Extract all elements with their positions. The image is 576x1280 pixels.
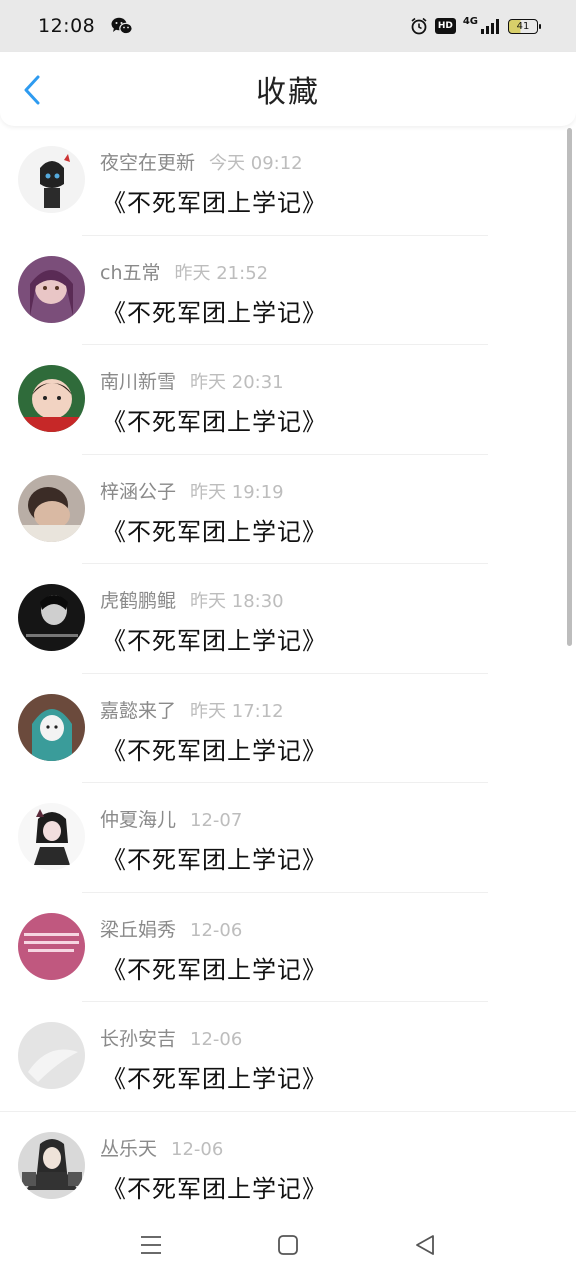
- book-title: 《不死军团上学记》: [102, 955, 327, 984]
- user-name: 梁丘娟秀 12-06: [100, 918, 243, 941]
- list-item[interactable]: 仲夏海儿 12-07 《不死军团上学记》: [0, 783, 576, 893]
- user-name: 虎鹤鹏鲲 昨天 18:30: [100, 590, 284, 612]
- book-title: 《不死军团上学记》: [102, 189, 327, 217]
- battery-icon: 41: [508, 18, 541, 34]
- avatar: [18, 146, 85, 213]
- menu-button[interactable]: [136, 1230, 166, 1260]
- avatar: [18, 1022, 85, 1089]
- book-title: 《不死军团上学记》: [102, 627, 327, 655]
- timestamp: 昨天 18:30: [190, 591, 284, 612]
- home-button[interactable]: [273, 1230, 303, 1260]
- list-item[interactable]: 南川新雪 昨天 20:31 《不死军团上学记》: [0, 345, 576, 455]
- book-title: 《不死军团上学记》: [102, 1065, 327, 1093]
- signal-icon: [481, 18, 501, 34]
- timestamp: 今天 09:12: [209, 153, 303, 174]
- page-title: 收藏: [256, 75, 320, 110]
- chevron-left-icon: [24, 75, 40, 105]
- avatar: [18, 803, 85, 870]
- system-nav-bar: [0, 1210, 576, 1280]
- book-title: 《不死军团上学记》: [102, 1174, 327, 1203]
- timestamp: 昨天 19:19: [190, 481, 284, 503]
- user-name: 夜空在更新 今天 09:12: [100, 152, 303, 174]
- timestamp: 12-06: [190, 1029, 243, 1050]
- menu-icon: [141, 1236, 161, 1254]
- list-item[interactable]: 丛乐天 12-06 《不死军团上学记》: [0, 1112, 576, 1211]
- status-time: 12:08: [38, 15, 96, 37]
- list-item[interactable]: 梁丘娟秀 12-06 《不死军团上学记》: [0, 893, 576, 1002]
- back-button[interactable]: [14, 70, 50, 110]
- timestamp: 昨天 20:31: [190, 372, 284, 393]
- book-title: 《不死军团上学记》: [102, 736, 327, 765]
- list-item[interactable]: 长孙安吉 12-06 《不死军团上学记》: [0, 1002, 576, 1112]
- home-icon: [278, 1235, 298, 1255]
- timestamp: 12-06: [190, 919, 243, 941]
- user-name: 南川新雪 昨天 20:31: [100, 371, 284, 393]
- wechat-icon: [111, 17, 134, 35]
- timestamp: 昨天 21:52: [174, 262, 269, 284]
- book-title: 《不死军团上学记》: [102, 846, 327, 874]
- list-item[interactable]: 嘉懿来了 昨天 17:12 《不死军团上学记》: [0, 674, 576, 783]
- battery-level: 41: [516, 20, 530, 32]
- avatar: [18, 255, 85, 323]
- list-item[interactable]: 梓涵公子 昨天 19:19 《不死军团上学记》: [0, 455, 576, 564]
- user-name: 仲夏海儿 12-07: [100, 809, 243, 831]
- book-title: 《不死军团上学记》: [102, 298, 327, 327]
- back-nav-button[interactable]: [410, 1230, 440, 1260]
- user-name: 丛乐天 12-06: [100, 1137, 224, 1160]
- alarm-icon: [410, 17, 428, 35]
- avatar: [18, 912, 85, 980]
- list-item[interactable]: 虎鹤鹏鲲 昨天 18:30 《不死军团上学记》: [0, 564, 576, 674]
- scrollbar[interactable]: [567, 128, 572, 646]
- avatar: [18, 693, 85, 761]
- timestamp: 12-06: [171, 1138, 224, 1160]
- user-name: 长孙安吉 12-06: [100, 1028, 243, 1050]
- book-title: 《不死军团上学记》: [102, 517, 327, 546]
- user-name: 嘉懿来了 昨天 17:12: [100, 699, 284, 722]
- status-bar: 12:08 HD 4G 41: [0, 0, 576, 52]
- list-item[interactable]: 夜空在更新 今天 09:12 《不死军团上学记》: [0, 126, 576, 236]
- hd-badge: HD: [434, 18, 456, 34]
- triangle-back-icon: [416, 1235, 434, 1255]
- timestamp: 昨天 17:12: [190, 700, 284, 722]
- avatar: [18, 1131, 85, 1199]
- timestamp: 12-07: [190, 810, 243, 831]
- list-item[interactable]: ch五常 昨天 21:52 《不死军团上学记》: [0, 236, 576, 345]
- user-name: ch五常 昨天 21:52: [100, 261, 269, 284]
- book-title: 《不死军团上学记》: [102, 408, 327, 436]
- avatar: [18, 365, 85, 432]
- nav-bar: 收藏: [0, 52, 576, 126]
- network-label: 4G: [462, 15, 478, 27]
- avatar: [18, 474, 85, 542]
- user-name: 梓涵公子 昨天 19:19: [100, 480, 284, 503]
- favorites-list: 夜空在更新 今天 09:12 《不死军团上学记》 ch五常 昨天 21:52 《不死…: [0, 126, 576, 1210]
- avatar: [18, 584, 85, 651]
- status-indicators: HD 4G 41: [410, 15, 541, 35]
